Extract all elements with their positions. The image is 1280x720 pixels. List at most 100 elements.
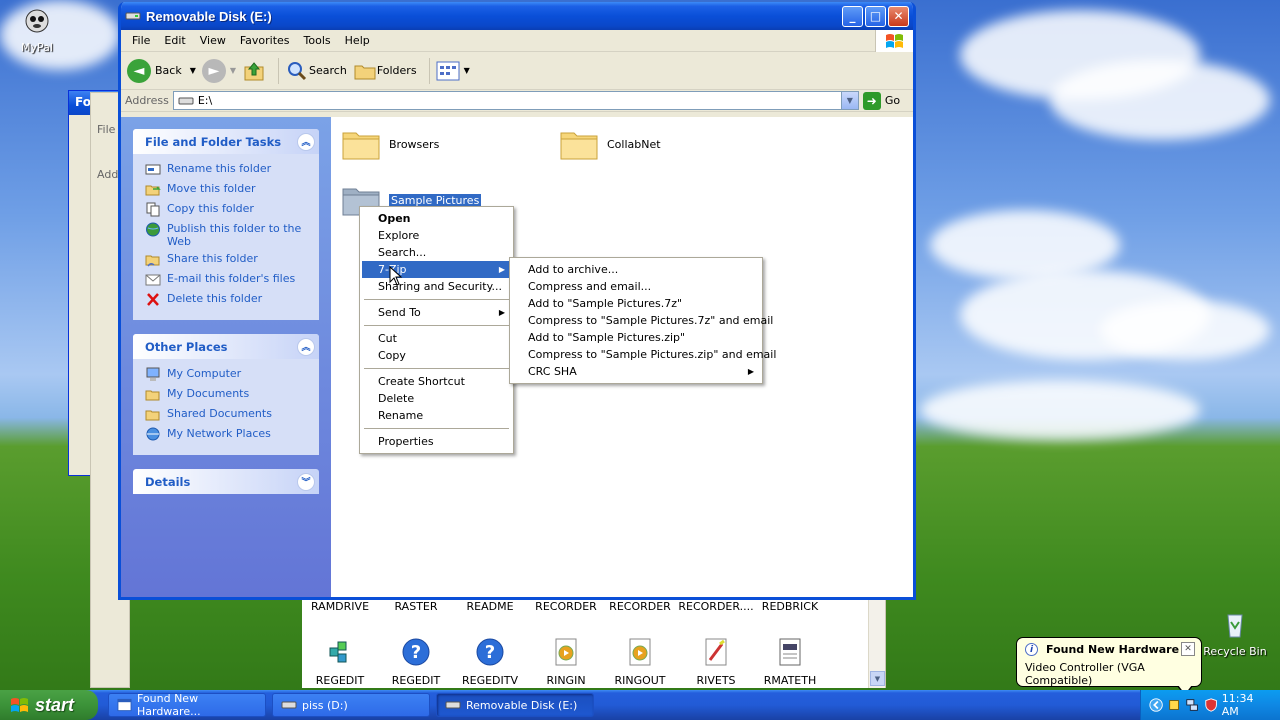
vertical-scrollbar[interactable]: ▼ xyxy=(868,596,885,688)
submenu-add-to-archive[interactable]: Add to archive... xyxy=(512,261,760,278)
task-delete-folder[interactable]: Delete this folder xyxy=(145,292,307,308)
panel-header[interactable]: File and Folder Tasks ︽ xyxy=(133,129,319,154)
recycle-bin-icon xyxy=(1227,614,1243,638)
file-name: REGEDITV xyxy=(461,674,519,687)
file-regedit-help[interactable]: ? REGEDIT xyxy=(378,636,454,687)
submenu-add-7z[interactable]: Add to "Sample Pictures.7z" xyxy=(512,295,760,312)
task-label: Delete this folder xyxy=(167,292,263,305)
folders-button[interactable]: Folders xyxy=(353,59,417,83)
file-label: RASTER xyxy=(394,600,438,613)
place-my-documents[interactable]: My Documents xyxy=(145,387,307,403)
tray-expand-icon[interactable] xyxy=(1149,697,1163,713)
folders-label: Folders xyxy=(376,64,417,77)
collapse-icon[interactable]: ︽ xyxy=(297,337,315,356)
submenu-crc-sha[interactable]: CRC SHA ▶ xyxy=(512,363,760,380)
submenu-compress-email[interactable]: Compress and email... xyxy=(512,278,760,295)
file-regedit[interactable]: REGEDIT xyxy=(302,636,378,687)
help-icon: ? xyxy=(402,638,430,666)
desktop-icon-mypal[interactable]: MyPal xyxy=(2,4,72,54)
address-dropdown-icon[interactable]: ▼ xyxy=(840,92,858,109)
file-ringin[interactable]: RINGIN xyxy=(528,636,604,687)
go-button[interactable]: ➜ Go xyxy=(862,91,900,110)
cloud xyxy=(1050,60,1270,140)
back-explorer-content[interactable]: RAMDRIVE RASTER README RECORDER RECORDER… xyxy=(302,596,886,688)
folder-browsers[interactable]: Browsers xyxy=(341,127,439,161)
scroll-down-button[interactable]: ▼ xyxy=(870,671,885,686)
panel-header[interactable]: Other Places ︽ xyxy=(133,334,319,359)
menu-item-sharing[interactable]: Sharing and Security... xyxy=(362,278,511,295)
task-copy-folder[interactable]: Copy this folder xyxy=(145,202,307,218)
back-dropdown-icon[interactable]: ▼ xyxy=(190,66,196,75)
menu-item-rename[interactable]: Rename xyxy=(362,407,511,424)
file-label: REDBRICK xyxy=(761,600,819,613)
taskbar-item-found-new-hardware[interactable]: Found New Hardware... xyxy=(108,692,266,718)
panel-title: File and Folder Tasks xyxy=(145,134,282,149)
address-label: Address xyxy=(125,94,169,107)
panel-header[interactable]: Details ︾ xyxy=(133,469,319,494)
task-share-folder[interactable]: Share this folder xyxy=(145,252,307,268)
windows-flag-icon xyxy=(11,698,28,712)
menu-item-search[interactable]: Search... xyxy=(362,244,511,261)
task-publish-folder[interactable]: Publish this folder to the Web xyxy=(145,222,307,248)
place-label: My Documents xyxy=(167,387,250,400)
maximize-button[interactable]: □ xyxy=(865,5,886,27)
menu-help[interactable]: Help xyxy=(338,32,377,49)
security-shield-icon[interactable] xyxy=(1204,697,1218,713)
collapse-icon[interactable]: ︽ xyxy=(297,132,315,151)
menu-item-send-to[interactable]: Send To ▶ xyxy=(362,304,511,321)
menu-edit[interactable]: Edit xyxy=(157,32,192,49)
start-button[interactable]: start xyxy=(0,690,98,720)
address-input[interactable]: E:\ ▼ xyxy=(172,91,859,110)
network-icon[interactable] xyxy=(1185,697,1199,713)
views-button[interactable]: ▼ xyxy=(436,61,470,81)
menu-item-create-shortcut[interactable]: Create Shortcut xyxy=(362,373,511,390)
minimize-button[interactable]: _ xyxy=(842,5,863,27)
place-shared-documents[interactable]: Shared Documents xyxy=(145,407,307,423)
menu-view[interactable]: View xyxy=(193,32,233,49)
notification-balloon[interactable]: i Found New Hardware ✕ Video Controller … xyxy=(1016,637,1202,696)
place-label: Shared Documents xyxy=(167,407,272,420)
hardware-icon[interactable] xyxy=(1167,697,1181,713)
balloon-close-icon[interactable]: ✕ xyxy=(1181,642,1195,656)
file-regeditv[interactable]: ? REGEDITV xyxy=(452,636,528,687)
submenu-add-zip[interactable]: Add to "Sample Pictures.zip" xyxy=(512,329,760,346)
task-email-files[interactable]: E-mail this folder's files xyxy=(145,272,307,288)
task-rename-folder[interactable]: Rename this folder xyxy=(145,162,307,178)
taskbar-item-piss-d[interactable]: piss (D:) xyxy=(272,693,430,717)
submenu-compress-zip-email[interactable]: Compress to "Sample Pictures.zip" and em… xyxy=(512,346,776,363)
menu-item-open[interactable]: Open xyxy=(362,210,511,227)
menu-tools[interactable]: Tools xyxy=(297,32,338,49)
up-button[interactable] xyxy=(242,59,266,83)
media-file-icon xyxy=(629,638,651,666)
taskbar-item-removable-disk[interactable]: Removable Disk (E:) xyxy=(436,693,594,717)
menu-file[interactable]: File xyxy=(125,32,157,49)
file-rivets[interactable]: RIVETS xyxy=(678,636,754,687)
title-bar[interactable]: Removable Disk (E:) _ □ ✕ xyxy=(121,2,913,30)
file-label: RECORDER xyxy=(535,600,597,613)
folder-collabnet[interactable]: CollabNet xyxy=(559,127,661,161)
menu-favorites[interactable]: Favorites xyxy=(233,32,297,49)
copy-icon xyxy=(146,202,160,217)
desktop-icon-recycle-bin[interactable]: Recycle Bin xyxy=(1200,608,1270,658)
place-my-network-places[interactable]: My Network Places xyxy=(145,427,307,443)
file-rmateth[interactable]: RMATETH xyxy=(752,636,828,687)
menu-item-properties[interactable]: Properties xyxy=(362,433,511,450)
media-file-icon xyxy=(555,638,577,666)
task-move-folder[interactable]: Move this folder xyxy=(145,182,307,198)
menu-item-copy[interactable]: Copy xyxy=(362,347,511,364)
forward-button[interactable]: ► ▼ xyxy=(201,58,236,83)
forward-dropdown-icon[interactable]: ▼ xyxy=(230,66,236,75)
submenu-arrow-icon: ▶ xyxy=(498,308,505,317)
back-button[interactable]: ◄ Back ▼ xyxy=(127,58,196,83)
menu-item-7zip[interactable]: 7-Zip ▶ xyxy=(362,261,511,278)
close-button[interactable]: ✕ xyxy=(888,5,909,27)
file-ringout[interactable]: RINGOUT xyxy=(602,636,678,687)
place-my-computer[interactable]: My Computer xyxy=(145,367,307,383)
menu-item-cut[interactable]: Cut xyxy=(362,330,511,347)
search-button[interactable]: Search xyxy=(285,59,347,83)
clock[interactable]: 11:34 AM xyxy=(1222,692,1268,718)
submenu-compress-7z-email[interactable]: Compress to "Sample Pictures.7z" and ema… xyxy=(512,312,773,329)
menu-item-explore[interactable]: Explore xyxy=(362,227,511,244)
menu-item-delete[interactable]: Delete xyxy=(362,390,511,407)
expand-icon[interactable]: ︾ xyxy=(297,472,315,491)
